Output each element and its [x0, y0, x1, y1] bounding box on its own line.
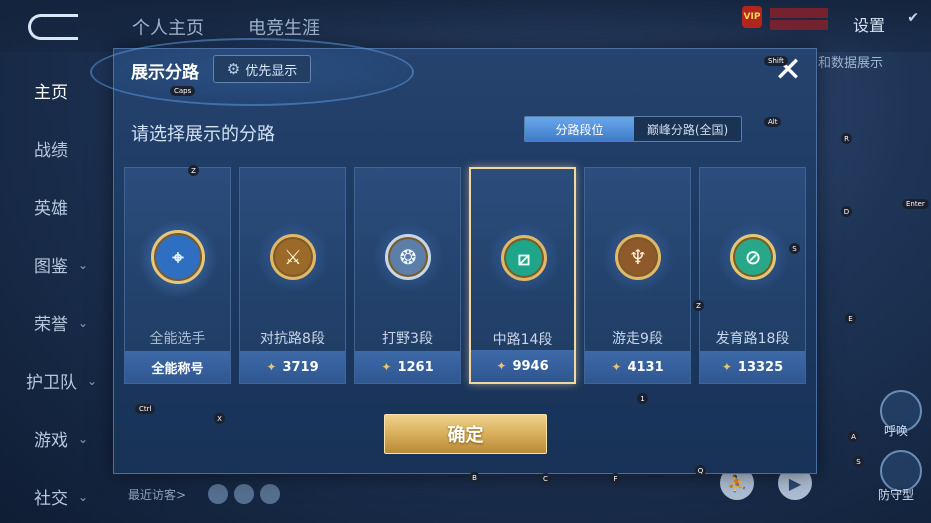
key-hint: C	[540, 473, 551, 484]
lane-label: 中路14段	[492, 332, 553, 348]
mid-lane-emblem-icon: ⧄	[501, 235, 547, 281]
sidebar-item-label: 游戏	[34, 431, 68, 451]
chevron-down-icon: ⌄	[78, 489, 89, 504]
lane-label: 对抗路8段	[260, 331, 325, 347]
key-hint: 1	[637, 393, 648, 404]
priority-display-label: 优先显示	[245, 63, 298, 79]
chevron-down-icon: ⌄	[78, 257, 89, 272]
key-hint: Enter	[902, 199, 929, 209]
segment-control: 分路段位 巅峰分路(全国)	[524, 116, 742, 142]
settings-button[interactable]: 设置	[853, 12, 885, 36]
points-icon: ✦	[266, 360, 277, 374]
lane-points-value: 13325	[737, 359, 784, 375]
sidebar-item-label: 社交	[34, 489, 68, 509]
key-hint: Q	[695, 465, 706, 476]
key-hint: D	[841, 206, 852, 217]
points-icon: ✦	[381, 360, 392, 374]
lane-points: ✦ 13325	[700, 351, 805, 383]
key-hint: S	[853, 456, 864, 467]
lane-points: ✦ 3719	[240, 351, 345, 383]
points-icon: ✦	[611, 360, 622, 374]
vip-info-line	[770, 8, 828, 18]
jungle-emblem-icon: ❂	[385, 234, 431, 280]
key-hint: Caps	[170, 86, 196, 96]
chevron-down-icon: ⌄	[78, 431, 89, 446]
key-hint: S	[789, 243, 800, 254]
priority-display-button[interactable]: ⚙ 优先显示	[213, 55, 311, 83]
lane-points-value: 3719	[282, 359, 319, 375]
lane-points-value: 9946	[512, 358, 549, 374]
tab-peak-lane[interactable]: 巅峰分路(全国)	[634, 117, 741, 141]
key-hint: Z	[693, 300, 704, 311]
sidebar-item-label: 图鉴	[34, 257, 68, 277]
key-hint: F	[610, 473, 621, 484]
sidebar-item-label: 荣誉	[34, 315, 68, 335]
gear-icon: ⚙	[226, 60, 241, 78]
chevron-down-icon: ⌄	[78, 315, 89, 330]
key-hint: B	[469, 472, 480, 483]
tab-esports-career[interactable]: 电竞生涯	[248, 14, 320, 40]
lane-points: 全能称号	[125, 351, 230, 383]
sidebar-item-honor[interactable]: 荣誉 ⌄	[34, 310, 114, 335]
tab-personal-home[interactable]: 个人主页	[132, 14, 204, 40]
lane-points: ✦ 9946	[471, 350, 574, 382]
sidebar-item-guard-team[interactable]: 护卫队 ⌄	[26, 368, 106, 393]
lane-label: 游走9段	[612, 331, 663, 347]
key-hint: Shift	[764, 56, 788, 66]
key-hint: Alt	[764, 117, 782, 127]
lane-points-value: 全能称号	[151, 361, 204, 377]
top-lane-emblem-icon: ⚔	[270, 234, 316, 280]
sidebar-item-social[interactable]: 社交 ⌄	[34, 484, 114, 509]
lane-points-value: 4131	[627, 359, 664, 375]
confirm-button[interactable]: 确定	[384, 414, 547, 454]
avatar[interactable]	[234, 484, 254, 504]
check-icon[interactable]: ✔	[907, 10, 919, 26]
points-icon: ✦	[721, 360, 732, 374]
sidebar-item-label: 英雄	[34, 199, 68, 219]
key-hint: Ctrl	[135, 404, 156, 414]
corner-label: 呼唤	[884, 424, 909, 438]
key-hint: Z	[188, 165, 199, 176]
lane-card-mid[interactable]: ⧄ 中路14段 ✦ 9946	[469, 167, 576, 384]
dialog-subtitle: 请选择展示的分路	[131, 124, 275, 145]
lane-label: 打野3段	[382, 331, 433, 347]
corner-label: 防守型	[878, 488, 915, 502]
background-heading-partial: 和数据展示	[818, 56, 884, 71]
back-button[interactable]	[28, 14, 78, 40]
allround-emblem-icon: ⌖	[151, 230, 205, 284]
sidebar-item-stats[interactable]: 战绩	[34, 136, 114, 161]
dialog-title: 展示分路	[131, 63, 199, 83]
lane-card-roam[interactable]: ♆ 游走9段 ✦ 4131	[584, 167, 691, 384]
points-icon: ✦	[496, 359, 507, 373]
lane-points: ✦ 4131	[585, 351, 690, 383]
sidebar-item-label: 主页	[34, 83, 68, 103]
key-hint: E	[845, 313, 856, 324]
key-hint: A	[848, 431, 859, 442]
lane-card-allround[interactable]: ⌖ 全能选手 全能称号	[124, 167, 231, 384]
sidebar-item-heroes[interactable]: 英雄	[34, 194, 114, 219]
lane-points: ✦ 1261	[355, 351, 460, 383]
sidebar-item-games[interactable]: 游戏 ⌄	[34, 426, 114, 451]
lane-label: 发育路18段	[715, 331, 790, 347]
vip-info-line	[770, 20, 828, 30]
lane-points-value: 1261	[397, 359, 434, 375]
lane-card-top[interactable]: ⚔ 对抗路8段 ✦ 3719	[239, 167, 346, 384]
avatar[interactable]	[260, 484, 280, 504]
lane-card-jungle[interactable]: ❂ 打野3段 ✦ 1261	[354, 167, 461, 384]
sidebar-item-codex[interactable]: 图鉴 ⌄	[34, 252, 114, 277]
avatar[interactable]	[208, 484, 228, 504]
recent-visitors-link[interactable]: 最近访客>	[128, 486, 186, 503]
tab-lane-rank[interactable]: 分路段位	[525, 117, 634, 141]
chevron-down-icon: ⌄	[87, 373, 98, 388]
sidebar-item-label: 战绩	[34, 141, 68, 161]
farm-lane-emblem-icon: ⊘	[730, 234, 776, 280]
lane-card-farm[interactable]: ⊘ 发育路18段 ✦ 13325	[699, 167, 806, 384]
lane-label: 全能选手	[149, 331, 206, 347]
key-hint: R	[841, 133, 852, 144]
sidebar-item-label: 护卫队	[26, 373, 77, 393]
roam-emblem-icon: ♆	[615, 234, 661, 280]
vip-badge: VIP	[742, 6, 762, 28]
key-hint: X	[214, 413, 225, 424]
